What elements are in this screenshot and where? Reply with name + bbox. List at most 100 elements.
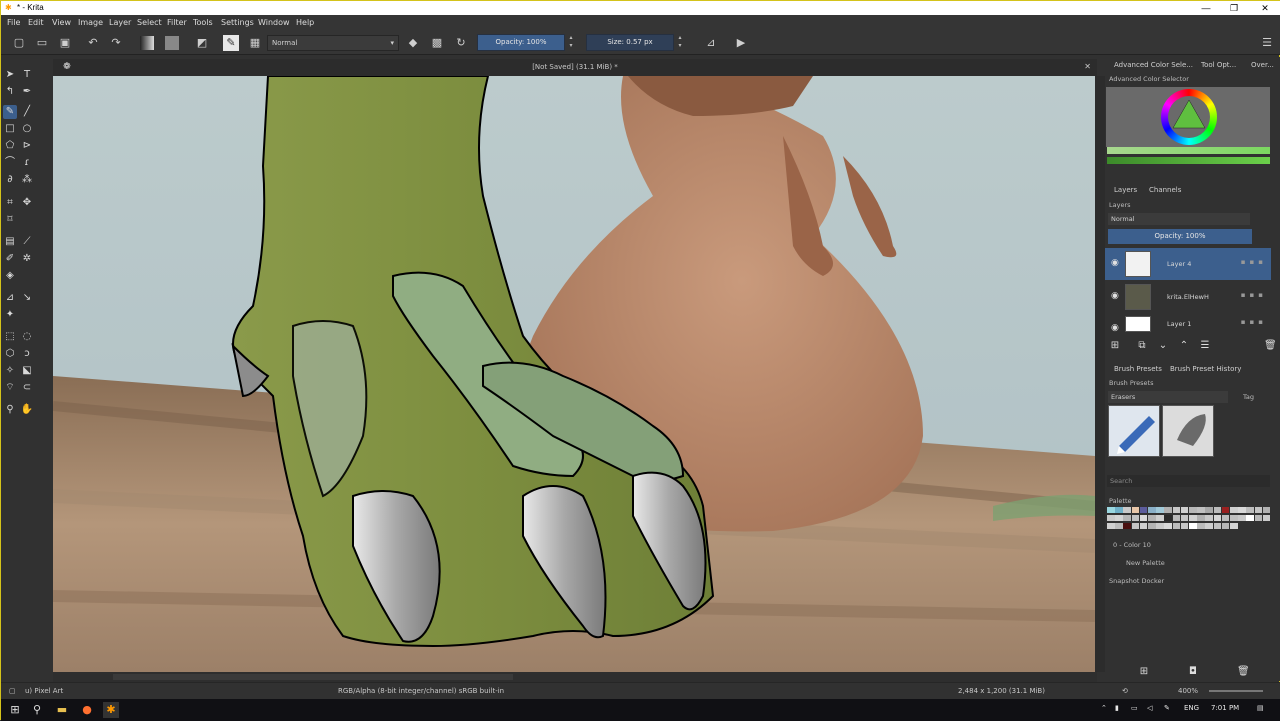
palette-swatch[interactable]	[1107, 515, 1115, 521]
palette-swatch[interactable]	[1115, 507, 1123, 513]
layer-flags-icon[interactable]: ▪▪▪	[1241, 291, 1267, 299]
redo-icon[interactable]: ↷	[108, 35, 124, 51]
tab-overview[interactable]: Over...	[1251, 61, 1274, 73]
palette-swatch[interactable]	[1197, 523, 1205, 529]
palette-swatch[interactable]	[1148, 515, 1156, 521]
palette-swatch[interactable]	[1254, 507, 1263, 513]
tab-brush-preset-history[interactable]: Brush Preset History	[1170, 365, 1241, 377]
layer-flags-icon[interactable]: ▪▪▪	[1241, 318, 1267, 326]
layers-blend-select[interactable]: Normal	[1108, 213, 1250, 225]
freehand-brush-tool-icon[interactable]: ✎	[3, 105, 17, 119]
palette-swatch[interactable]	[1246, 515, 1254, 521]
mirror-vertical-icon[interactable]: ▶	[733, 35, 749, 51]
language-indicator[interactable]: ENG	[1184, 704, 1199, 712]
layer-flags-icon[interactable]: ▪▪▪	[1241, 258, 1267, 266]
palette-swatch[interactable]	[1164, 515, 1172, 521]
vertical-scrollbar[interactable]	[1095, 76, 1105, 672]
layer-row[interactable]: ◉ Layer 4 ▪▪▪	[1105, 248, 1271, 280]
line-tool-icon[interactable]: ╱	[20, 105, 34, 119]
palette-swatch[interactable]	[1180, 515, 1189, 521]
size-slider[interactable]: Size: 0.57 px	[586, 34, 674, 51]
tag-button[interactable]: Tag	[1243, 393, 1254, 401]
color-bar-2[interactable]	[1107, 157, 1270, 164]
menu-tools[interactable]: Tools	[193, 18, 213, 27]
rectangle-tool-icon[interactable]: □	[3, 122, 17, 136]
eraser-preset-thumb[interactable]	[1162, 405, 1214, 457]
palette-swatch[interactable]	[1213, 523, 1222, 529]
measure-tool-icon[interactable]: ↘	[20, 291, 34, 305]
eraser-mode-icon[interactable]: ◆	[405, 35, 421, 51]
palette-swatch[interactable]	[1180, 507, 1189, 513]
palette-swatch[interactable]	[1156, 515, 1164, 521]
palette-swatch[interactable]	[1156, 507, 1164, 513]
freehand-select-tool-icon[interactable]: ↄ	[20, 347, 34, 361]
move-tool-icon[interactable]: ✥	[20, 196, 34, 210]
palette-swatch[interactable]	[1131, 523, 1140, 529]
menu-edit[interactable]: Edit	[28, 18, 44, 27]
minimize-button[interactable]: —	[1191, 1, 1221, 15]
chevron-down-icon[interactable]: ⌄	[1157, 340, 1169, 352]
opacity-slider[interactable]: Opacity: 100%	[477, 34, 565, 51]
crop-tool-icon[interactable]: ⌗	[3, 196, 17, 210]
eye-icon[interactable]: ◉	[1111, 291, 1119, 301]
palette-swatch[interactable]	[1148, 507, 1156, 513]
add-snapshot-icon[interactable]: ⊞	[1138, 666, 1150, 678]
palette-swatch[interactable]	[1246, 507, 1254, 513]
palette-swatch[interactable]	[1221, 507, 1230, 513]
clock[interactable]: 7:01 PM	[1211, 704, 1239, 712]
palette-swatch[interactable]	[1164, 507, 1172, 513]
network-icon[interactable]: ▮	[1115, 704, 1119, 712]
volume-icon[interactable]: ◁	[1147, 704, 1152, 712]
palette-swatch[interactable]	[1189, 523, 1197, 529]
palette-swatch[interactable]	[1230, 507, 1238, 513]
pan-tool-icon[interactable]: ✋	[20, 403, 34, 417]
camera-icon[interactable]: ◘	[1187, 666, 1199, 678]
document-tab[interactable]: ❁ [Not Saved] (31.1 MiB) * ✕	[53, 59, 1097, 76]
menu-image[interactable]: Image	[78, 18, 103, 27]
palette-swatch[interactable]	[1205, 515, 1213, 521]
assistant-tool-icon[interactable]: ⊿	[3, 291, 17, 305]
delete-layer-icon[interactable]: 🗑	[1264, 340, 1277, 352]
menu-window[interactable]: Window	[258, 18, 290, 27]
palette-swatch[interactable]	[1230, 515, 1238, 521]
tab-tool-options[interactable]: Tool Opt...	[1201, 61, 1236, 73]
windows-start-icon[interactable]: ⊞	[7, 702, 23, 718]
edit-shapes-tool-icon[interactable]: ↰	[3, 85, 17, 99]
text-tool-icon[interactable]: T	[20, 68, 34, 82]
layer-properties-icon[interactable]: ☰	[1199, 340, 1211, 352]
palette-swatch[interactable]	[1172, 523, 1181, 529]
menu-help[interactable]: Help	[296, 18, 314, 27]
rect-select-tool-icon[interactable]: ⬚	[3, 330, 17, 344]
chevron-up-icon[interactable]: ⌃	[1178, 340, 1190, 352]
palette-swatch[interactable]	[1156, 523, 1164, 529]
maximize-button[interactable]: ❐	[1219, 1, 1249, 15]
multibrush-tool-icon[interactable]: ⁂	[20, 173, 34, 187]
polygon-select-tool-icon[interactable]: ⬡	[3, 347, 17, 361]
palette-swatch[interactable]	[1238, 507, 1246, 513]
polygon-tool-icon[interactable]: ⬠	[3, 139, 17, 153]
palette-swatch[interactable]	[1172, 515, 1181, 521]
zoom-tool-icon[interactable]: ⚲	[3, 403, 17, 417]
palette-swatch[interactable]	[1205, 523, 1213, 529]
file-explorer-icon[interactable]: ▬	[54, 702, 70, 718]
menu-select[interactable]: Select	[137, 18, 162, 27]
calligraphy-tool-icon[interactable]: ✒	[20, 85, 34, 99]
ellipse-tool-icon[interactable]: ○	[20, 122, 34, 136]
palette-swatch[interactable]	[1123, 507, 1131, 513]
palette-swatch[interactable]	[1189, 507, 1197, 513]
palette-swatch[interactable]	[1213, 507, 1222, 513]
preserve-alpha-icon[interactable]: ▩	[429, 35, 445, 51]
brush-preset-icon[interactable]: ✎	[223, 35, 239, 51]
reload-preset-icon[interactable]: ↻	[453, 35, 469, 51]
eye-icon[interactable]: ◉	[1111, 258, 1119, 268]
dynamic-brush-tool-icon[interactable]: ∂	[3, 173, 17, 187]
zoom-slider[interactable]	[1209, 690, 1263, 692]
menu-file[interactable]: File	[7, 18, 20, 27]
smart-patch-tool-icon[interactable]: ✲	[20, 252, 34, 266]
palette-swatch[interactable]	[1107, 523, 1115, 529]
opacity-spinner[interactable]: ▴ ▾	[566, 34, 576, 51]
palette-swatch[interactable]	[1205, 507, 1213, 513]
menu-settings[interactable]: Settings	[221, 18, 254, 27]
size-spinner[interactable]: ▴ ▾	[675, 34, 685, 51]
bezier-tool-icon[interactable]: ⌒	[3, 156, 17, 170]
